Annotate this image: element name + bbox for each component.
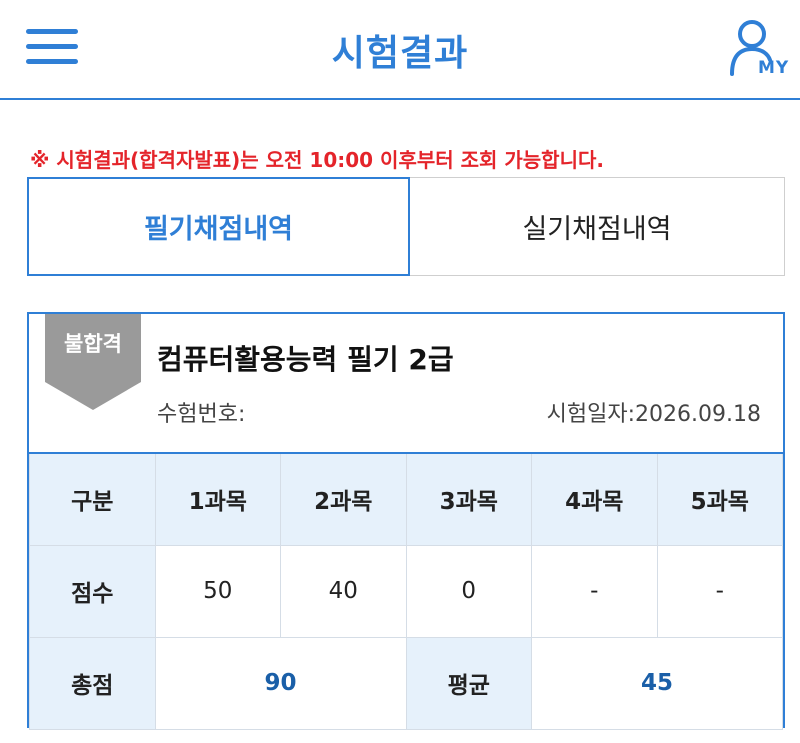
table-row: 점수 50 40 0 - -	[29, 544, 783, 638]
score-table: 구분 1과목 2과목 3과목 4과목 5과목 점수 50 40 0 - - 총점…	[29, 452, 783, 730]
tab-practical-scoring[interactable]: 실기채점내역	[410, 177, 785, 276]
score-cell-subject-5: -	[656, 544, 783, 638]
total-label-cell: 총점	[29, 636, 156, 730]
exam-date: 시험일자:2026.09.18	[546, 402, 761, 427]
score-label-cell: 점수	[29, 544, 156, 638]
result-card: 불합격 컴퓨터활용능력 필기 2급 수험번호: 시험일자:2026.09.18 …	[27, 312, 785, 730]
my-label: MY	[758, 58, 790, 78]
result-tabs: 필기채점내역 실기채점내역	[27, 177, 785, 276]
header-cell-subject-3: 3과목	[405, 452, 532, 546]
header-cell-subject-4: 4과목	[531, 452, 658, 546]
score-cell-subject-2: 40	[280, 544, 407, 638]
header-cell-subject-2: 2과목	[280, 452, 407, 546]
header-cell-subject-5: 5과목	[656, 452, 783, 546]
score-cell-subject-1: 50	[154, 544, 281, 638]
exam-number-label: 수험번호:	[157, 402, 246, 427]
score-cell-subject-3: 0	[405, 544, 532, 638]
header-cell-category: 구분	[29, 452, 156, 546]
page-title: 시험결과	[331, 33, 469, 74]
result-notice: ※ 시험결과(합격자발표)는 오전 10:00 이후부터 조회 가능합니다.	[30, 148, 604, 172]
table-row: 총점 90 평균 45	[29, 636, 783, 730]
average-label-cell: 평균	[405, 636, 532, 730]
status-badge: 불합격	[64, 332, 122, 356]
average-score-cell: 45	[531, 636, 783, 730]
exam-name: 컴퓨터활용능력 필기 2급	[157, 343, 454, 376]
my-page-button[interactable]: MY	[728, 18, 794, 80]
result-card-header: 불합격 컴퓨터활용능력 필기 2급 수험번호: 시험일자:2026.09.18	[29, 314, 783, 452]
app-header: 시험결과 MY	[0, 0, 800, 100]
table-row: 구분 1과목 2과목 3과목 4과목 5과목	[29, 452, 783, 546]
header-cell-subject-1: 1과목	[154, 452, 281, 546]
score-cell-subject-4: -	[531, 544, 658, 638]
tab-written-scoring[interactable]: 필기채점내역	[27, 177, 410, 276]
total-score-cell: 90	[154, 636, 407, 730]
